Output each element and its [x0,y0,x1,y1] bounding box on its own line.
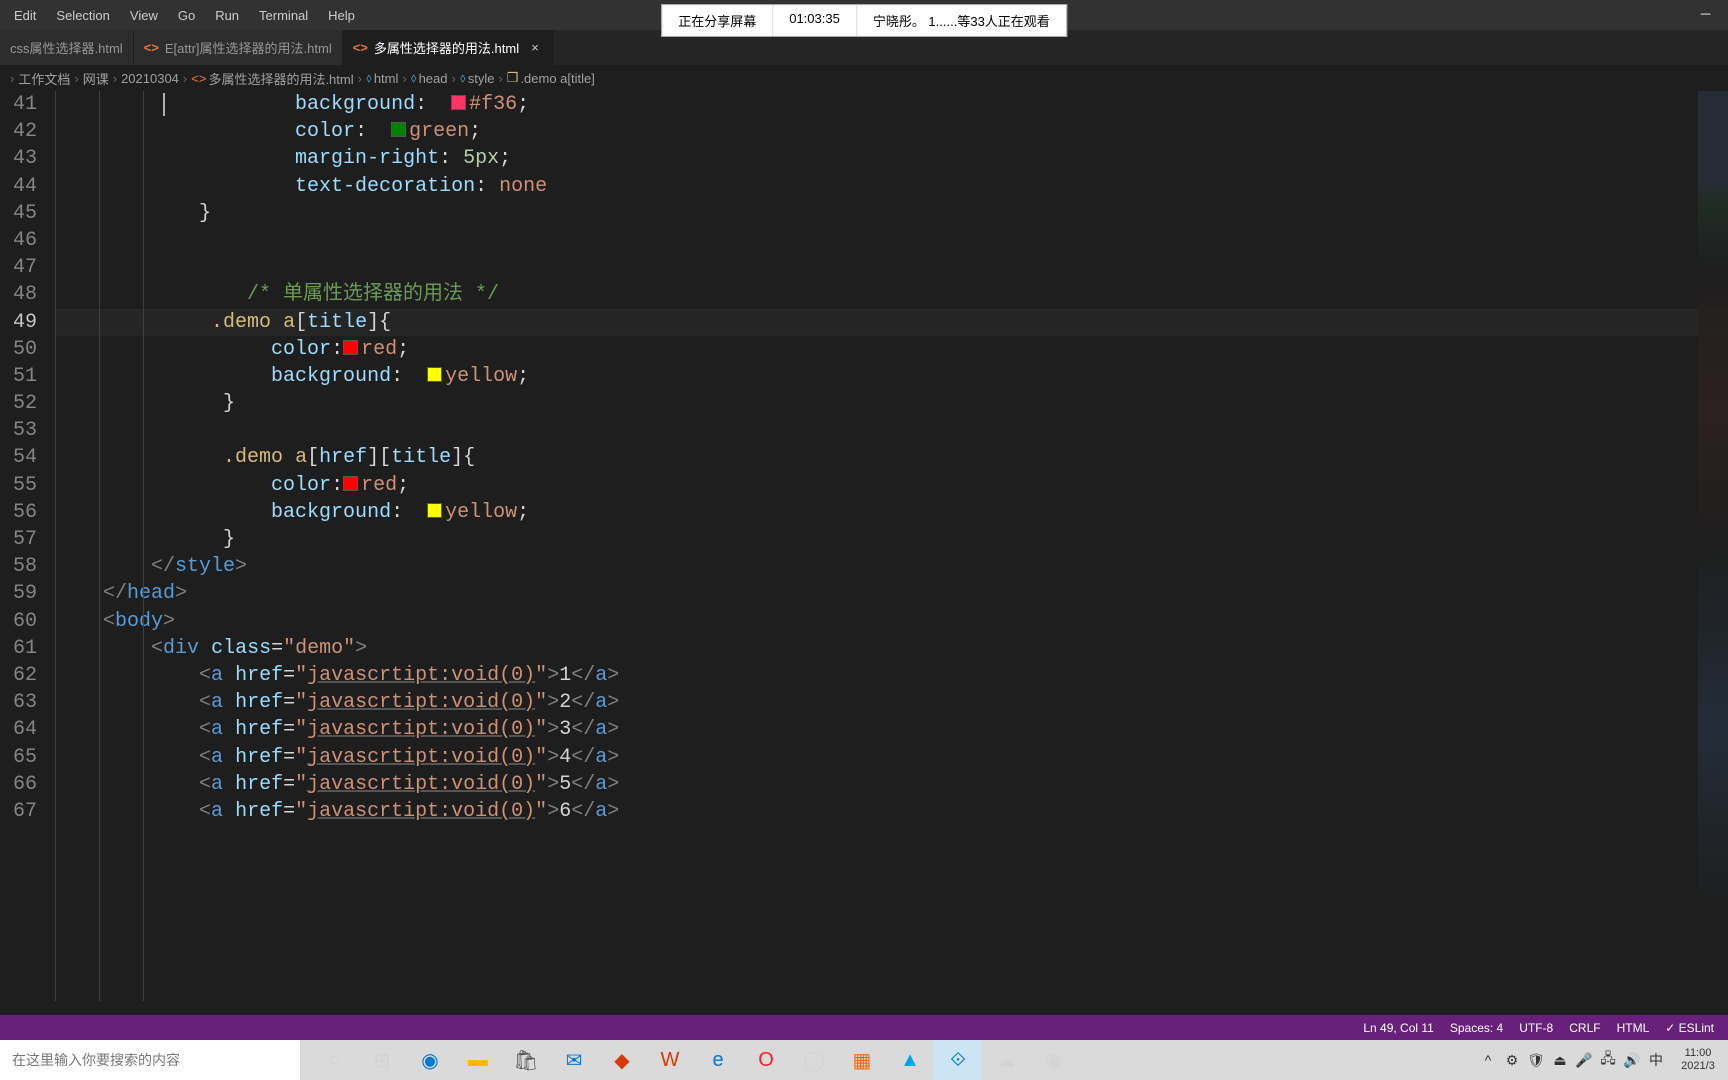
vscode-icon[interactable]: ⟐ [934,1040,982,1080]
menu-terminal[interactable]: Terminal [249,8,318,23]
task-view-icon[interactable]: ⊞ [358,1040,406,1080]
window-controls: ─ [1683,0,1728,30]
breadcrumb-item[interactable]: .demo a[title] [520,71,594,86]
chevron-right-icon: › [10,71,14,86]
breadcrumb-item[interactable]: 20210304 [121,71,179,86]
menu-go[interactable]: Go [168,8,205,23]
chrome-icon[interactable]: ◯ [790,1040,838,1080]
opera-icon[interactable]: O [742,1040,790,1080]
color-swatch[interactable] [427,503,442,518]
chevron-right-icon: › [74,71,78,86]
status-language[interactable]: HTML [1609,1021,1658,1035]
network-icon[interactable]: 🖧 [1596,1048,1620,1072]
breadcrumb-item[interactable]: 工作文档 [18,69,70,88]
system-tray: ^ ⚙ 🛡 ⏏ 🎤 🖧 🔊 中 11:00 2021/3 [1476,1047,1728,1073]
html-icon: <> [353,40,368,55]
menu-selection[interactable]: Selection [46,8,119,23]
ime-indicator[interactable]: 中 [1644,1050,1668,1070]
breadcrumb-item[interactable]: head [419,71,448,86]
selector-icon: ❒ [507,70,519,86]
menu-help[interactable]: Help [318,8,365,23]
cortana-icon[interactable]: ○ [310,1040,358,1080]
menu-run[interactable]: Run [205,8,249,23]
minimize-button[interactable]: ─ [1683,0,1728,30]
wps-icon[interactable]: W [646,1040,694,1080]
status-encoding[interactable]: UTF-8 [1511,1021,1561,1035]
menu-edit[interactable]: Edit [4,8,46,23]
line-gutter: 4142434445464748495051525354555657585960… [0,91,55,1001]
status-eol[interactable]: CRLF [1561,1021,1608,1035]
color-swatch[interactable] [343,340,358,355]
screen-share-bar[interactable]: 正在分享屏幕 01:03:35 宁晓彤。 1......等33人正在观看 [661,4,1067,37]
tab-label: css属性选择器.html [10,38,123,57]
chevron-right-icon: › [498,71,502,86]
minimap[interactable] [1698,91,1728,1001]
chevron-right-icon: › [183,71,187,86]
share-viewers: 宁晓彤。 1......等33人正在观看 [857,5,1066,36]
share-status: 正在分享屏幕 [662,5,773,36]
app-icon[interactable]: ◉ [1030,1040,1078,1080]
chevron-up-icon[interactable]: ^ [1476,1052,1500,1068]
element-icon: ⬨ [411,70,417,86]
app-icon[interactable]: ▲ [886,1040,934,1080]
office-icon[interactable]: ◆ [598,1040,646,1080]
breadcrumb-item[interactable]: style [468,71,495,86]
html-icon: <> [144,40,159,55]
share-timer: 01:03:35 [773,5,857,36]
explorer-icon[interactable]: ▬ [454,1040,502,1080]
browser-icon[interactable]: e [694,1040,742,1080]
store-icon[interactable]: 🛍 [502,1040,550,1080]
breadcrumb-item[interactable]: 网课 [83,69,109,88]
volume-icon[interactable]: 🔊 [1620,1052,1644,1069]
app-icon[interactable]: ▦ [838,1040,886,1080]
app-icon[interactable]: ☁ [982,1040,1030,1080]
mic-icon[interactable]: 🎤 [1572,1052,1596,1069]
color-swatch[interactable] [391,122,406,137]
breadcrumb-item[interactable]: 多属性选择器的用法.html [208,69,353,88]
tab-1[interactable]: css属性选择器.html [0,30,134,65]
status-eslint[interactable]: ✓ ESLint [1657,1021,1722,1035]
color-swatch[interactable] [451,95,466,110]
status-line-col[interactable]: Ln 49, Col 11 [1355,1021,1442,1035]
html-icon: <> [191,71,206,86]
element-icon: ⬨ [366,70,372,86]
tab-3[interactable]: <> 多属性选择器的用法.html × [343,30,554,65]
menu-view[interactable]: View [120,8,168,23]
tray-icon[interactable]: 🛡 [1524,1052,1548,1069]
tab-2[interactable]: <> E[attr]属性选择器的用法.html [134,30,343,65]
chevron-right-icon: › [358,71,362,86]
mail-icon[interactable]: ✉ [550,1040,598,1080]
status-bar: Ln 49, Col 11 Spaces: 4 UTF-8 CRLF HTML … [0,1015,1728,1040]
color-swatch[interactable] [343,476,358,491]
code-area[interactable]: background: #f36; color: green; margin-r… [55,91,1728,1001]
status-spaces[interactable]: Spaces: 4 [1442,1021,1511,1035]
chevron-right-icon: › [402,71,406,86]
usb-icon[interactable]: ⏏ [1548,1052,1572,1069]
windows-search-input[interactable]: 在这里输入你要搜索的内容 [0,1040,300,1080]
breadcrumb-item[interactable]: html [374,71,399,86]
windows-taskbar: 在这里输入你要搜索的内容 ○ ⊞ ◉ ▬ 🛍 ✉ ◆ W e O ◯ ▦ ▲ ⟐… [0,1040,1728,1080]
taskbar-clock[interactable]: 11:00 2021/3 [1668,1047,1728,1073]
breadcrumb[interactable]: › 工作文档 › 网课 › 20210304 › <> 多属性选择器的用法.ht… [0,65,1728,91]
code-editor[interactable]: 4142434445464748495051525354555657585960… [0,91,1728,1001]
close-icon[interactable]: × [527,40,543,55]
edge-icon[interactable]: ◉ [406,1040,454,1080]
color-swatch[interactable] [427,367,442,382]
tab-label: E[attr]属性选择器的用法.html [165,38,332,57]
text-cursor [163,93,165,116]
chevron-right-icon: › [452,71,456,86]
tab-label: 多属性选择器的用法.html [374,38,519,57]
chevron-right-icon: › [113,71,117,86]
tray-icon[interactable]: ⚙ [1500,1052,1524,1069]
element-icon: ⬨ [460,70,466,86]
